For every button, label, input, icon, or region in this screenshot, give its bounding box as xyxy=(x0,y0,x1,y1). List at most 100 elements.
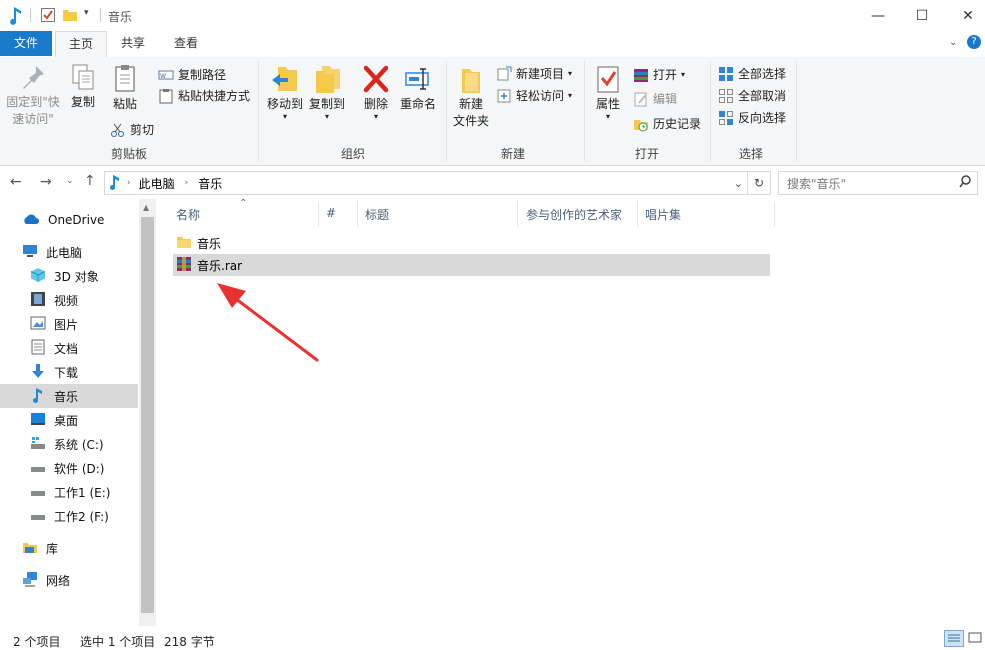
details-view-icon[interactable] xyxy=(944,630,964,647)
maximize-button[interactable]: ☐ xyxy=(899,0,945,31)
nav-item-pictures[interactable]: 图片 xyxy=(30,312,78,336)
ribbon-expand-icon[interactable]: ⌄ xyxy=(949,37,957,48)
column-divider[interactable] xyxy=(517,201,518,227)
select-all-label: 全部选择 xyxy=(738,67,787,81)
paste-shortcut-icon xyxy=(158,88,174,104)
tab-file[interactable]: 文件 xyxy=(0,31,53,56)
address-dropdown-icon[interactable]: ⌄ xyxy=(734,177,743,190)
new-folder-button[interactable]: 新建 文件夹 xyxy=(451,63,491,129)
list-item[interactable]: 音乐 xyxy=(176,232,770,254)
column-header-number[interactable]: # xyxy=(326,206,336,220)
music-note-icon[interactable] xyxy=(8,5,24,28)
breadcrumb-this-pc[interactable]: 此电脑 xyxy=(139,175,175,192)
scroll-thumb[interactable] xyxy=(141,217,154,613)
large-icons-view-icon[interactable] xyxy=(966,630,984,645)
nav-item-label: 软件 (D:) xyxy=(54,461,105,476)
column-divider[interactable] xyxy=(318,201,319,227)
recent-locations-icon[interactable]: ⌄ xyxy=(66,176,74,186)
up-arrow-icon[interactable]: ↑ xyxy=(84,173,96,189)
nav-item-drive-e[interactable]: 工作1 (E:) xyxy=(30,480,110,504)
open-button[interactable]: 打开 ▾ xyxy=(633,66,685,83)
column-header-title[interactable]: 标题 xyxy=(365,206,389,223)
close-button[interactable]: ✕ xyxy=(945,0,985,31)
group-separator xyxy=(584,61,585,161)
rar-archive-icon xyxy=(176,256,192,275)
breadcrumb-chevron-icon: › xyxy=(184,178,189,188)
nav-item-videos[interactable]: 视频 xyxy=(30,288,78,312)
group-separator xyxy=(710,61,711,161)
column-header-album[interactable]: 唱片集 xyxy=(645,206,681,223)
nav-item-label: 下载 xyxy=(54,365,79,380)
column-divider[interactable] xyxy=(774,201,775,227)
invert-selection-button[interactable]: 反向选择 xyxy=(718,109,786,126)
quick-access-dropdown-icon[interactable]: ▾ xyxy=(84,8,89,18)
help-icon[interactable]: ? xyxy=(967,35,981,49)
breadcrumb-music[interactable]: 音乐 xyxy=(198,175,222,192)
nav-item-label: 工作2 (F:) xyxy=(54,509,109,524)
nav-item-libraries[interactable]: 库 xyxy=(22,536,58,560)
nav-item-onedrive[interactable]: OneDrive xyxy=(22,208,104,232)
list-item-selected[interactable]: 音乐.rar xyxy=(173,254,770,276)
nav-item-drive-d[interactable]: 软件 (D:) xyxy=(30,456,104,480)
forward-arrow-icon[interactable]: → xyxy=(40,174,52,190)
address-bar[interactable]: › 此电脑 › 音乐 ⌄ xyxy=(104,171,748,195)
column-header-artists[interactable]: 参与创作的艺术家 xyxy=(526,206,622,223)
nav-item-drive-c[interactable]: 系统 (C:) xyxy=(30,432,104,456)
nav-item-documents[interactable]: 文档 xyxy=(30,336,78,360)
properties-check-icon[interactable] xyxy=(40,7,56,26)
nav-scrollbar[interactable]: ▲ xyxy=(139,199,156,626)
search-placeholder: 搜索"音乐" xyxy=(787,177,847,191)
status-bar: 2 个项目 选中 1 个项目 218 字节 xyxy=(0,628,985,649)
separator xyxy=(30,8,31,22)
copy-icon xyxy=(69,63,97,93)
move-to-button[interactable]: 移动到 ▾ xyxy=(264,63,306,121)
nav-item-music[interactable]: 音乐 xyxy=(30,384,78,408)
refresh-button[interactable]: ↻ xyxy=(747,171,771,195)
nav-item-label: 库 xyxy=(46,541,59,556)
nav-item-network[interactable]: 网络 xyxy=(22,568,70,592)
column-header-name[interactable]: 名称 xyxy=(176,206,200,223)
nav-item-3d-objects[interactable]: 3D 对象 xyxy=(30,264,99,288)
copy-to-button[interactable]: 复制到 ▾ xyxy=(306,63,348,121)
pin-icon xyxy=(19,63,47,93)
back-arrow-icon[interactable]: ← xyxy=(10,174,22,190)
select-all-icon xyxy=(718,66,734,82)
easy-access-button[interactable]: 轻松访问 ▾ xyxy=(496,87,572,104)
cut-button[interactable]: 剪切 xyxy=(110,121,154,138)
select-none-button[interactable]: 全部取消 xyxy=(718,87,786,104)
invert-selection-icon xyxy=(718,110,734,126)
new-folder-icon[interactable] xyxy=(62,7,78,26)
copy-button[interactable]: 复制 xyxy=(66,63,100,110)
tab-share[interactable]: 共享 xyxy=(108,31,158,56)
select-all-button[interactable]: 全部选择 xyxy=(718,65,786,82)
pin-quick-access-button[interactable]: 固定到"快 速访问" xyxy=(4,63,62,127)
delete-button[interactable]: 删除 ▾ xyxy=(357,63,395,121)
nav-item-this-pc[interactable]: 此电脑 xyxy=(22,240,82,264)
open-label: 打开 xyxy=(653,68,678,82)
history-button[interactable]: 历史记录 xyxy=(633,115,701,132)
minimize-button[interactable]: — xyxy=(855,0,901,31)
tab-home[interactable]: 主页 xyxy=(55,31,108,58)
ribbon-tabs: 文件 主页 共享 查看 ⌄ ? xyxy=(0,31,985,58)
properties-button[interactable]: 属性 ▾ xyxy=(590,63,626,121)
nav-item-downloads[interactable]: 下载 xyxy=(30,360,78,384)
tab-view[interactable]: 查看 xyxy=(161,31,211,56)
copy-path-button[interactable]: W 复制路径 xyxy=(158,66,226,83)
scroll-up-icon[interactable]: ▲ xyxy=(143,203,149,212)
rename-button[interactable]: 重命名 xyxy=(397,63,439,112)
file-name: 音乐 xyxy=(197,236,222,251)
paste-shortcut-button[interactable]: 粘贴快捷方式 xyxy=(158,87,250,104)
edit-button[interactable]: 编辑 xyxy=(633,90,677,107)
drive-icon xyxy=(30,483,46,502)
new-item-button[interactable]: 新建项目 ▾ xyxy=(496,65,572,82)
search-box[interactable]: 搜索"音乐" xyxy=(778,171,978,195)
nav-item-desktop[interactable]: 桌面 xyxy=(30,408,78,432)
computer-icon xyxy=(22,244,38,261)
paste-button[interactable]: 粘贴 xyxy=(107,63,143,112)
copy-to-icon xyxy=(312,63,342,95)
nav-item-label: OneDrive xyxy=(48,213,105,227)
column-divider[interactable] xyxy=(357,201,358,227)
delete-label: 删除 xyxy=(363,97,388,111)
column-divider[interactable] xyxy=(637,201,638,227)
nav-item-drive-f[interactable]: 工作2 (F:) xyxy=(30,504,109,528)
